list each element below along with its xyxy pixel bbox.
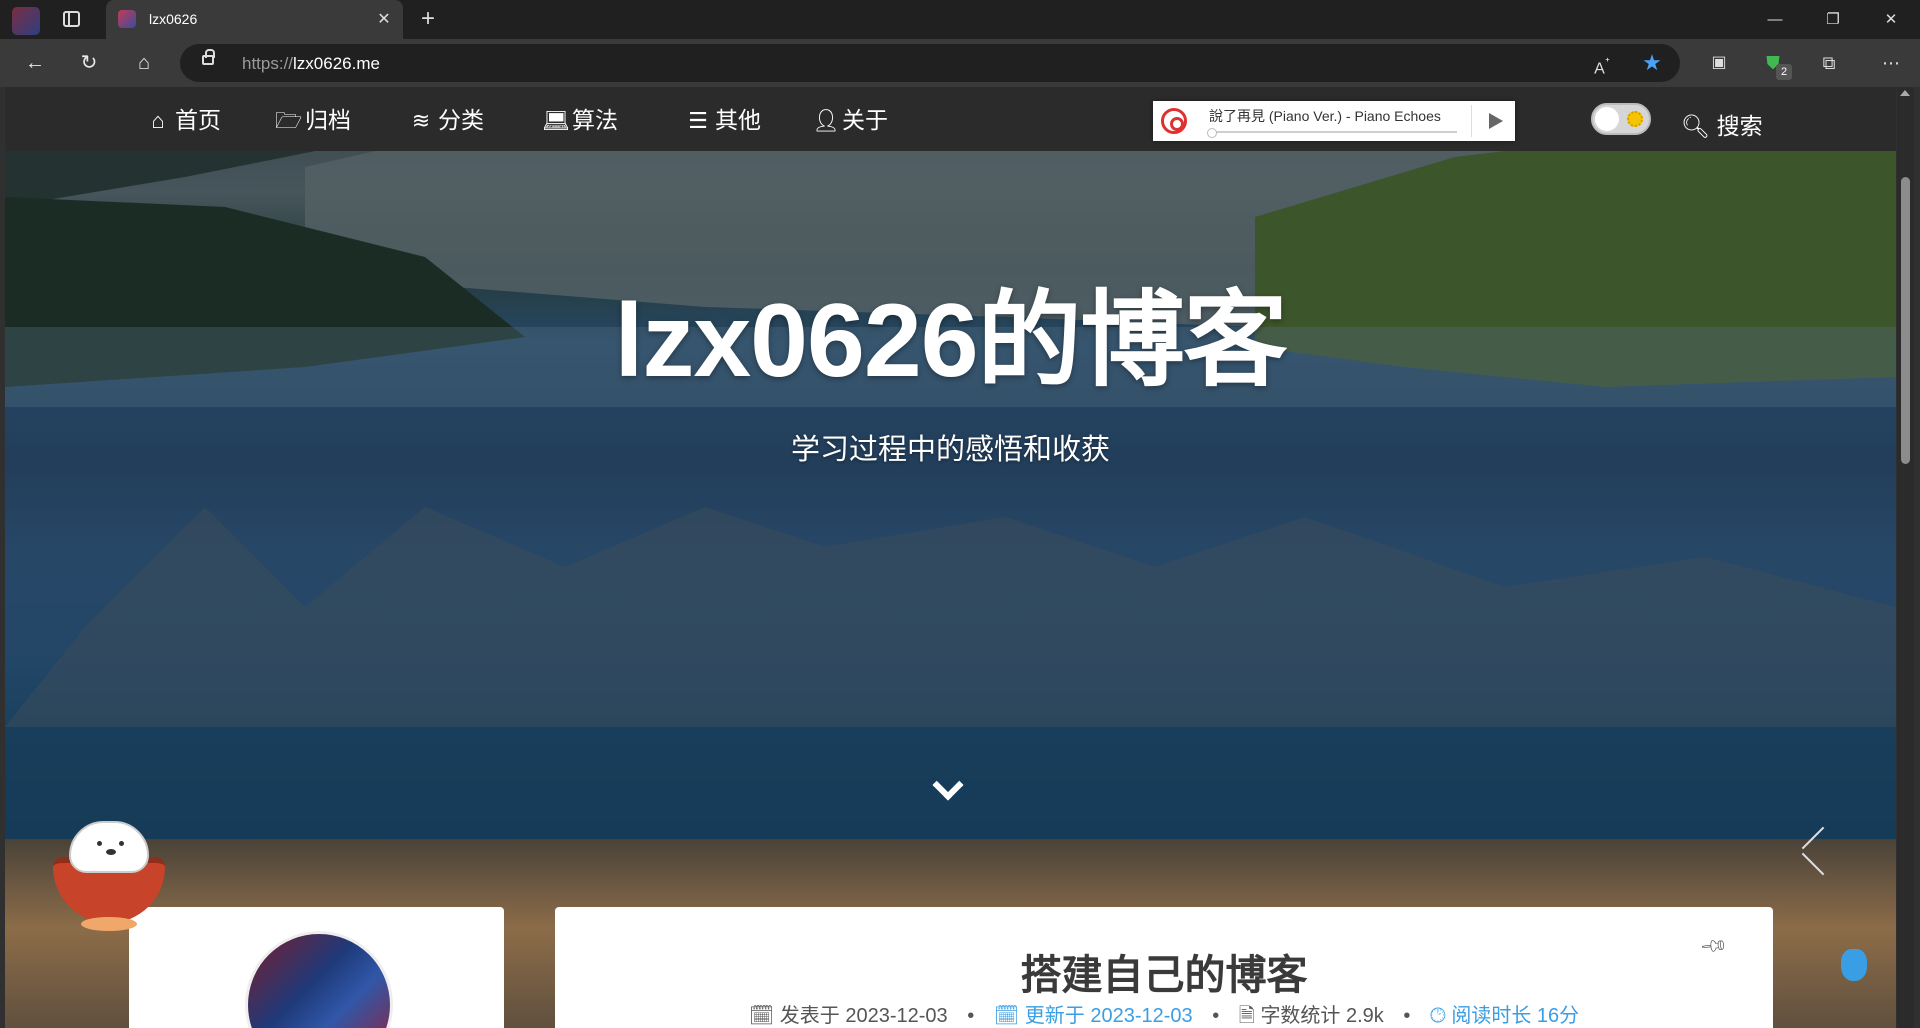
browser-window: lzx0626 ✕ + — ❐ ✕ ← ↻ ⌂ https://lzx0626.… xyxy=(0,0,1920,1028)
more-icon[interactable]: ⋯ xyxy=(1876,48,1906,78)
tab-actions-icon[interactable] xyxy=(63,11,80,27)
author-card xyxy=(129,907,504,1028)
pet-icon[interactable] xyxy=(1841,949,1867,981)
lock-icon[interactable] xyxy=(202,49,215,65)
calendar-check-icon: 🗓︎ xyxy=(993,1005,1020,1027)
puppy-icon xyxy=(69,821,149,873)
post-meta: 🗓︎ 发表于 2023-12-03 • 🗓︎ 更新于 2023-12-03 • … xyxy=(555,999,1773,1028)
word-file-icon: 🗎 xyxy=(1238,1005,1255,1027)
post-updated: 更新于 2023-12-03 xyxy=(1024,1005,1193,1027)
minimize-icon[interactable]: — xyxy=(1752,0,1798,39)
address-bar[interactable]: https://lzx0626.me xyxy=(180,44,1680,82)
scroll-thumb[interactable] xyxy=(1901,177,1910,464)
nav-home[interactable]: ⌂ 首页 xyxy=(145,107,221,133)
reload-icon[interactable]: ↻ xyxy=(74,48,104,78)
netease-music-icon xyxy=(1161,108,1187,134)
clock-icon: 🕑︎ xyxy=(1429,1005,1446,1027)
post-word-count: 字数统计 2.9k xyxy=(1260,1005,1384,1027)
player-progress-bar[interactable] xyxy=(1207,128,1457,138)
calendar-plus-icon: 🗓︎ xyxy=(748,1005,775,1027)
back-icon[interactable]: ← xyxy=(20,48,50,78)
nav-categories[interactable]: ≋ 分类 xyxy=(408,107,484,133)
nav-archive-label: 归档 xyxy=(305,107,351,133)
nav-other[interactable]: ☰ 其他 xyxy=(685,107,761,133)
sun-icon xyxy=(1627,111,1643,127)
nav-other-label: 其他 xyxy=(715,107,761,133)
post-title[interactable]: 搭建自己的博客 xyxy=(555,941,1773,1001)
extension-icon[interactable]: ▣ xyxy=(1704,48,1734,78)
user-icon: 👤︎ xyxy=(812,108,840,133)
close-window-icon[interactable]: ✕ xyxy=(1868,0,1914,39)
search-icon: 🔍︎ xyxy=(1681,113,1711,139)
toggle-knob xyxy=(1595,107,1619,131)
list-icon: ☰ xyxy=(688,108,708,133)
music-player[interactable]: 說了再見 (Piano Ver.) - Piano Echoes xyxy=(1153,101,1515,141)
blog-page: ⌂ 首页 🗁 归档 ≋ 分类 💻︎算法 ☰ 其他 👤︎关于 說了再見 (Piano Ve… xyxy=(5,87,1896,1028)
post-read-time: 阅读时长 16分 xyxy=(1451,1005,1580,1027)
home-icon: ⌂ xyxy=(151,108,165,133)
tab-strip: lzx0626 ✕ + — ❐ ✕ xyxy=(0,0,1920,39)
site-subtitle: 学习过程中的感悟和收获 xyxy=(790,434,1110,466)
nav-algorithms-label: 算法 xyxy=(572,107,618,133)
nav-archive[interactable]: 🗁 归档 xyxy=(275,107,351,133)
puzzle-icon[interactable]: ⧉ xyxy=(1814,48,1844,78)
read-aloud-icon[interactable]: Aᐩ xyxy=(1587,48,1617,78)
plus-icon[interactable]: + xyxy=(414,6,442,34)
player-track-title: 說了再見 (Piano Ver.) - Piano Echoes xyxy=(1209,108,1441,124)
layers-icon: ≋ xyxy=(411,108,431,133)
meta-separator: • xyxy=(967,1005,975,1027)
laptop-icon: 💻︎ xyxy=(542,108,570,133)
home-icon[interactable]: ⌂ xyxy=(129,48,159,78)
search-label: 搜索 xyxy=(1716,113,1763,139)
nav-categories-label: 分类 xyxy=(438,107,484,133)
play-icon[interactable] xyxy=(1489,113,1503,129)
mascot-widget[interactable] xyxy=(53,817,171,935)
bowl-base xyxy=(81,917,137,931)
pup-nose xyxy=(106,849,116,855)
pup-eye xyxy=(97,841,102,846)
search-button[interactable]: 🔍︎ 搜索 xyxy=(1681,107,1763,141)
page-viewport: ⌂ 首页 🗁 归档 ≋ 分类 💻︎算法 ☰ 其他 👤︎关于 說了再見 (Piano Ve… xyxy=(0,87,1920,1028)
post-published: 发表于 2023-12-03 xyxy=(779,1005,948,1027)
theme-toggle[interactable] xyxy=(1591,103,1651,135)
site-title: lzx0626的博客 xyxy=(614,283,1287,399)
scrollbar[interactable] xyxy=(1897,87,1914,1028)
close-icon[interactable]: ✕ xyxy=(372,8,396,32)
hero-banner: ⌂ 首页 🗁 归档 ≋ 分类 💻︎算法 ☰ 其他 👤︎关于 說了再見 (Piano Ve… xyxy=(5,87,1896,839)
restore-icon[interactable]: ❐ xyxy=(1810,0,1856,39)
pup-eye xyxy=(119,841,124,846)
nav-about-label: 关于 xyxy=(842,107,888,133)
profile-icon[interactable] xyxy=(12,7,40,35)
tab-title: lzx0626 xyxy=(149,11,198,27)
folder-open-icon: 🗁 xyxy=(275,108,303,133)
nav-about[interactable]: 👤︎关于 xyxy=(812,107,888,133)
player-divider xyxy=(1471,105,1472,137)
scroll-up-icon[interactable] xyxy=(1900,90,1910,96)
favorite-star-icon[interactable]: ★ xyxy=(1637,48,1667,78)
browser-toolbar: ← ↻ ⌂ https://lzx0626.me Aᐩ ★ ▣ ⛊ ⧉ ⋯ xyxy=(0,39,1920,87)
extension-badge: 2 xyxy=(1776,64,1792,80)
avatar[interactable] xyxy=(245,931,393,1028)
url-text[interactable]: https://lzx0626.me xyxy=(242,54,380,74)
nav-home-label: 首页 xyxy=(175,107,221,133)
meta-separator: • xyxy=(1403,1005,1411,1027)
meta-separator: • xyxy=(1212,1005,1220,1027)
site-navbar: ⌂ 首页 🗁 归档 ≋ 分类 💻︎算法 ☰ 其他 👤︎关于 說了再見 (Piano Ve… xyxy=(5,87,1896,151)
favicon xyxy=(118,10,136,28)
post-card: 搭建自己的博客 📌︎ 🗓︎ 发表于 2023-12-03 • 🗓︎ 更新于 20… xyxy=(555,907,1773,1028)
nav-algorithms[interactable]: 💻︎算法 xyxy=(542,107,618,133)
